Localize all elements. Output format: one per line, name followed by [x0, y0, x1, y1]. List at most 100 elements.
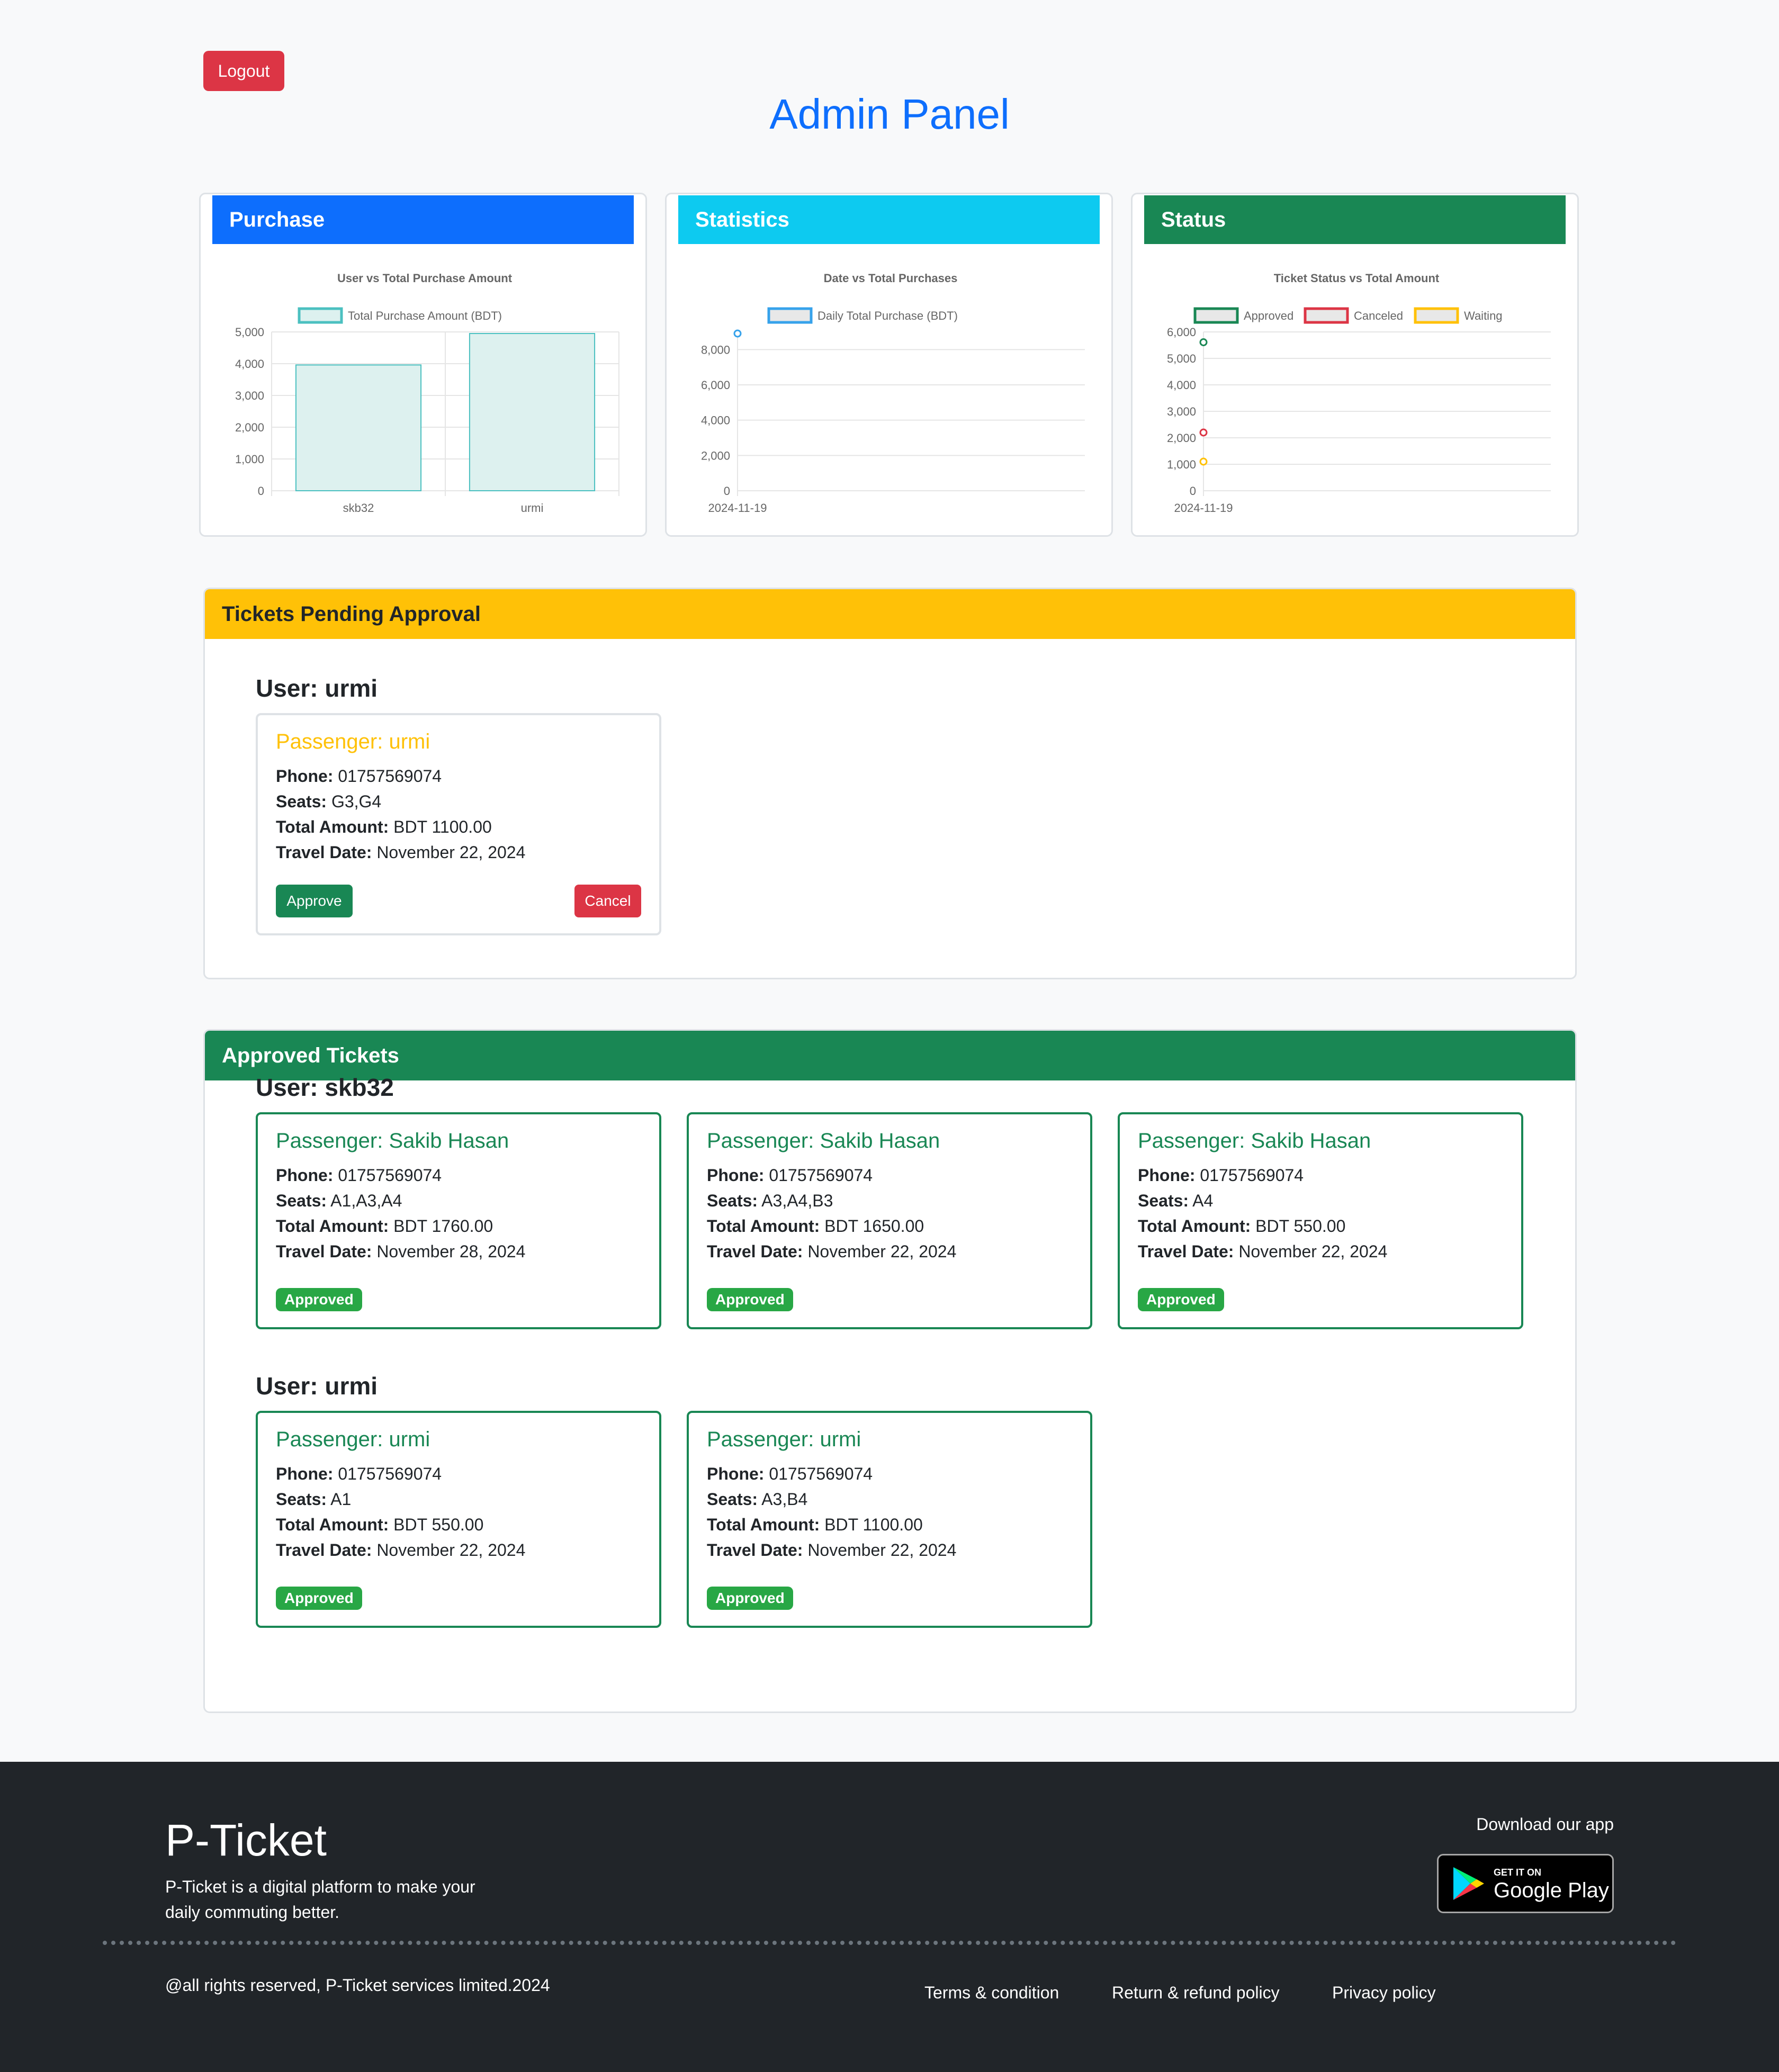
phone-value: 01757569074: [764, 1464, 873, 1483]
phone-value: 01757569074: [764, 1166, 873, 1185]
approved-section-header: Approved Tickets: [205, 1031, 1575, 1080]
y-tick-label: 1,000: [235, 453, 264, 466]
logout-button[interactable]: Logout: [203, 51, 284, 91]
y-tick-label: 4,000: [1167, 379, 1196, 392]
y-tick-label: 1,000: [1167, 458, 1196, 471]
approved-badge: Approved: [1138, 1288, 1224, 1311]
seats-label: Seats:: [707, 1191, 758, 1210]
google-play-big-text: Google Play: [1494, 1879, 1609, 1902]
cancel-button[interactable]: Cancel: [574, 885, 641, 917]
amount-value: BDT 1100.00: [389, 817, 492, 836]
legend-label: Approved: [1244, 309, 1293, 322]
seats-line: Seats: A1: [276, 1487, 641, 1512]
page-title: Admin Panel: [769, 91, 1010, 138]
date-line: Travel Date: November 22, 2024: [276, 1537, 641, 1563]
phone-line: Phone: 01757569074: [276, 763, 641, 789]
legend-swatch: [298, 307, 343, 324]
date-value: November 28, 2024: [372, 1242, 526, 1261]
user-heading: User: urmi: [256, 674, 378, 702]
seats-value: A1,A3,A4: [327, 1191, 402, 1210]
google-play-button[interactable]: GET IT ON Google Play: [1437, 1854, 1614, 1913]
date-line: Travel Date: November 22, 2024: [707, 1239, 1072, 1264]
y-tick-label: 0: [258, 484, 264, 498]
passenger-name: Passenger: urmi: [276, 1428, 430, 1451]
privacy-policy-link[interactable]: Privacy policy: [1332, 1983, 1436, 2003]
date-label: Travel Date:: [1138, 1242, 1234, 1261]
phone-label: Phone:: [1138, 1166, 1196, 1185]
passenger-name: Passenger: Sakib Hasan: [276, 1129, 509, 1152]
footer-copyright: @all rights reserved, P-Ticket services …: [165, 1976, 550, 1995]
phone-line: Phone: 01757569074: [1138, 1163, 1503, 1188]
passenger-name: Passenger: Sakib Hasan: [1138, 1129, 1371, 1152]
phone-line: Phone: 01757569074: [707, 1461, 1072, 1487]
date-line: Travel Date: November 22, 2024: [276, 840, 641, 865]
refund-policy-link[interactable]: Return & refund policy: [1112, 1983, 1280, 2003]
footer-tagline: P-Ticket is a digital platform to make y…: [165, 1877, 475, 1922]
pending-approval-section: Tickets Pending Approval User: urmi Pass…: [203, 588, 1577, 979]
passenger-name: Passenger: urmi: [276, 730, 430, 753]
user-heading: User: urmi: [256, 1372, 378, 1400]
footer-brand: P-Ticket: [165, 1815, 327, 1865]
amount-label: Total Amount:: [707, 1515, 820, 1534]
seats-line: Seats: A3,B4: [707, 1487, 1072, 1512]
y-tick-label: 2,000: [1167, 431, 1196, 445]
seats-label: Seats:: [1138, 1191, 1189, 1210]
y-tick-label: 3,000: [1167, 405, 1196, 418]
amount-line: Total Amount: BDT 550.00: [276, 1512, 641, 1537]
status-chart: Ticket Status vs Total Amount Approved Can…: [1167, 272, 1551, 515]
amount-line: Total Amount: BDT 1100.00: [276, 814, 641, 840]
y-tick-label: 8,000: [701, 343, 730, 356]
date-label: Travel Date:: [276, 1242, 372, 1261]
y-tick-label: 2,000: [235, 421, 264, 434]
approve-button[interactable]: Approve: [276, 885, 353, 917]
approved-ticket-card: Passenger: Sakib Hasan Phone: 01757569074…: [256, 1112, 661, 1329]
phone-label: Phone:: [707, 1464, 765, 1483]
date-line: Travel Date: November 22, 2024: [707, 1537, 1072, 1563]
amount-label: Total Amount:: [1138, 1217, 1251, 1236]
phone-value: 01757569074: [333, 767, 442, 786]
date-value: November 22, 2024: [803, 1541, 957, 1560]
seats-label: Seats:: [276, 792, 327, 811]
seats-value: A4: [1189, 1191, 1214, 1210]
amount-label: Total Amount:: [276, 1515, 389, 1534]
amount-line: Total Amount: BDT 1650.00: [707, 1213, 1072, 1239]
legend-swatch: [1304, 307, 1349, 324]
x-tick-label: skb32: [343, 501, 374, 515]
y-tick-label: 0: [724, 484, 730, 498]
date-value: November 22, 2024: [372, 1541, 526, 1560]
seats-value: A3,B4: [758, 1490, 808, 1509]
seats-label: Seats:: [707, 1490, 758, 1509]
bar: [295, 364, 422, 491]
statistics-card: Statistics Date vs Total Purchases Daily …: [665, 193, 1113, 537]
passenger-name: Passenger: urmi: [707, 1428, 861, 1451]
amount-value: BDT 1650.00: [820, 1217, 924, 1236]
phone-label: Phone:: [707, 1166, 765, 1185]
amount-label: Total Amount:: [276, 817, 389, 836]
legend-label: Waiting: [1464, 309, 1503, 322]
approved-ticket-card: Passenger: urmi Phone: 01757569074 Seats: …: [256, 1411, 661, 1628]
y-tick-label: 3,000: [235, 389, 264, 402]
approved-ticket-card: Passenger: Sakib Hasan Phone: 01757569074…: [1118, 1112, 1523, 1329]
date-label: Travel Date:: [707, 1541, 803, 1560]
phone-line: Phone: 01757569074: [276, 1163, 641, 1188]
amount-value: BDT 550.00: [389, 1515, 484, 1534]
amount-label: Total Amount:: [707, 1217, 820, 1236]
seats-line: Seats: A4: [1138, 1188, 1503, 1213]
amount-label: Total Amount:: [276, 1217, 389, 1236]
footer-divider: [103, 1941, 1676, 1945]
amount-value: BDT 1100.00: [820, 1515, 923, 1534]
date-value: November 22, 2024: [1234, 1242, 1388, 1261]
chart-title: User vs Total Purchase Amount: [337, 272, 513, 285]
y-tick-label: 5,000: [1167, 352, 1196, 365]
terms-link[interactable]: Terms & condition: [924, 1983, 1059, 2003]
data-point: [1199, 428, 1208, 437]
legend-swatch: [767, 307, 813, 324]
y-tick-label: 6,000: [1167, 326, 1196, 339]
download-label: Download our app: [1476, 1815, 1614, 1834]
pending-ticket-card: Passenger: urmi Phone: 01757569074 Seats…: [256, 713, 661, 935]
phone-value: 01757569074: [333, 1464, 442, 1483]
x-tick-label: 2024-11-19: [708, 501, 767, 515]
date-label: Travel Date:: [276, 1541, 372, 1560]
approved-ticket-card: Passenger: urmi Phone: 01757569074 Seats: …: [687, 1411, 1092, 1628]
approved-badge: Approved: [707, 1288, 793, 1311]
